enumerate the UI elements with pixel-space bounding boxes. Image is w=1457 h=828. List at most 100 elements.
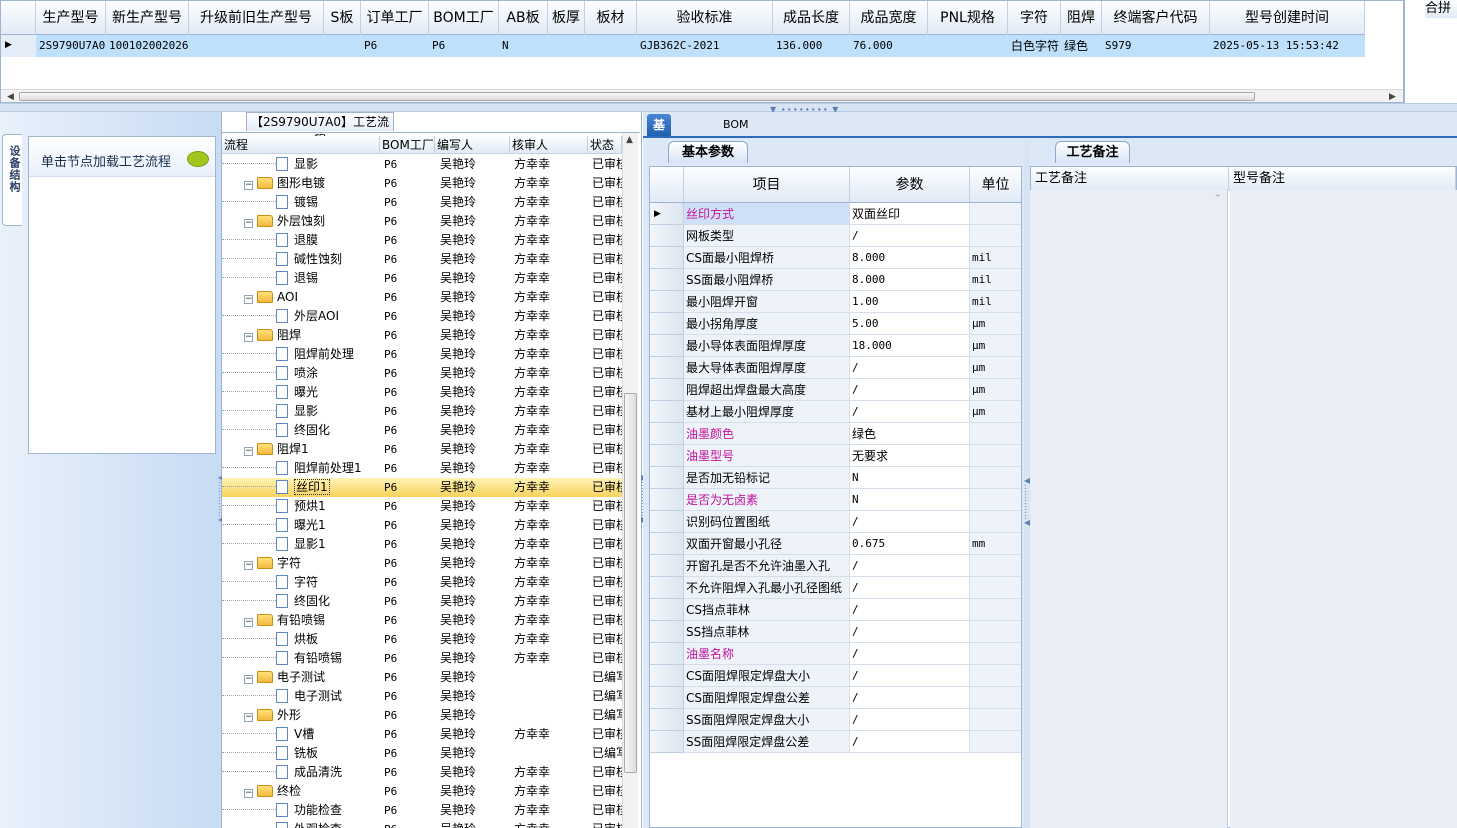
tree-node-step[interactable]: 字符 P6 吴艳玲 方幸幸 已审核 (222, 573, 622, 592)
collapse-icon[interactable]: − (244, 561, 253, 570)
param-row-header[interactable] (650, 599, 684, 621)
tree-node-step[interactable]: V槽 P6 吴艳玲 方幸幸 已审核 (222, 725, 622, 744)
collapse-icon[interactable]: − (244, 333, 253, 342)
tree-node-step[interactable]: 喷涂 P6 吴艳玲 方幸幸 已审核 (222, 364, 622, 383)
tree-node-step[interactable]: 显影 P6 吴艳玲 方幸幸 已审核 (222, 402, 622, 421)
param-row[interactable]: 不允许阻焊入孔最小孔径图纸 / (650, 577, 1021, 599)
param-row[interactable]: CS面阻焊限定焊盘大小 / (650, 665, 1021, 687)
column-header[interactable]: S板 (324, 1, 361, 35)
tree-node-step[interactable]: 碱性蚀刻 P6 吴艳玲 方幸幸 已审核 (222, 250, 622, 269)
param-value[interactable]: 双面丝印 (850, 203, 970, 225)
param-value[interactable]: / (850, 401, 970, 423)
tree-node-step[interactable]: 外观检查 P6 吴艳玲方幸幸已审核 (222, 820, 622, 828)
params-col-item[interactable]: 项目 (684, 167, 850, 203)
param-row[interactable]: 油墨颜色 绿色 (650, 423, 1021, 445)
scroll-up-icon[interactable]: ▲ (626, 135, 633, 145)
param-row[interactable]: SS挡点菲林 / (650, 621, 1021, 643)
column-header[interactable]: 阻焊 (1061, 1, 1102, 35)
param-row[interactable]: 识别码位置图纸 / (650, 511, 1021, 533)
param-value[interactable]: / (850, 621, 970, 643)
cell[interactable]: 76.000 (850, 35, 928, 57)
column-header[interactable]: 订单工厂 (361, 1, 429, 35)
cell[interactable]: N (499, 35, 548, 57)
cell[interactable]: 136.000 (773, 35, 850, 57)
tree-node-step[interactable]: 退锡 P6 吴艳玲 方幸幸 已审核 (222, 269, 622, 288)
load-process-header[interactable]: 单击节点加载工艺流程 (29, 137, 215, 177)
notes-scroll-up-icon[interactable]: ⌃ (1214, 194, 1222, 204)
param-value[interactable]: / (850, 379, 970, 401)
param-value[interactable]: 8.000 (850, 247, 970, 269)
cell[interactable]: P6 (429, 35, 499, 57)
tree-node-group[interactable]: − 有铅喷锡 P6 吴艳玲 方幸幸 已审核 (222, 611, 622, 630)
collapse-icon[interactable]: − (244, 713, 253, 722)
tree-node-step[interactable]: 阻焊前处理1 P6 吴艳玲 方幸幸 已审核 (222, 459, 622, 478)
param-row-header[interactable] (650, 489, 684, 511)
collapse-icon[interactable]: − (244, 447, 253, 456)
cell[interactable]: 10010200202666 (106, 35, 189, 57)
param-value[interactable]: / (850, 687, 970, 709)
tree-node-step[interactable]: 显影1 P6 吴艳玲 方幸幸 已审核 (222, 535, 622, 554)
param-row-header[interactable] (650, 643, 684, 665)
param-row[interactable]: CS面阻焊限定焊盘公差 / (650, 687, 1021, 709)
param-row-header[interactable] (650, 247, 684, 269)
column-header[interactable]: 板厚 (548, 1, 585, 35)
notes-col-process[interactable]: 工艺备注 (1031, 167, 1229, 191)
product-grid-row-selected[interactable]: 2S9790U7A010010200202666P6P6NGJB362C-202… (1, 35, 1365, 57)
tree-node-step[interactable]: 曝光1 P6 吴艳玲 方幸幸 已审核 (222, 516, 622, 535)
param-row[interactable]: ▶ 丝印方式 双面丝印 (650, 203, 1021, 225)
tree-node-step[interactable]: 曝光 P6 吴艳玲 方幸幸 已审核 (222, 383, 622, 402)
cell[interactable]: 2025-05-13 15:53:42 (1210, 35, 1365, 57)
param-row[interactable]: 最小导体表面阻焊厚度 18.000 μm (650, 335, 1021, 357)
param-value[interactable]: / (850, 731, 970, 753)
tree-node-step[interactable]: 功能检查 P6 吴艳玲 方幸幸 已审核 (222, 801, 622, 820)
tree-col-writer[interactable]: 编写人 (435, 136, 510, 154)
param-row[interactable]: 最大导体表面阻焊厚度 / μm (650, 357, 1021, 379)
param-row-header[interactable] (650, 621, 684, 643)
tab-process-notes[interactable]: 工艺备注 (1055, 141, 1130, 163)
tree-vertical-scrollbar[interactable]: ▲ (622, 133, 638, 828)
scroll-right-icon[interactable]: ▶ (1389, 90, 1396, 102)
tree-node-group[interactable]: − 外层蚀刻 P6 吴艳玲 方幸幸 已审核 (222, 212, 622, 231)
scroll-left-icon[interactable]: ◀ (7, 90, 14, 102)
param-row-header[interactable] (650, 313, 684, 335)
cell[interactable] (548, 35, 585, 57)
tree-node-step[interactable]: 铣板 P6 吴艳玲 已编写 (222, 744, 622, 763)
collapse-icon[interactable]: − (244, 295, 253, 304)
param-value[interactable]: / (850, 357, 970, 379)
tree-node-step[interactable]: 成品清洗 P6 吴艳玲 方幸幸 已审核 (222, 763, 622, 782)
column-header[interactable]: BOM工厂 (429, 1, 499, 35)
param-row[interactable]: 最小拐角厚度 5.00 μm (650, 313, 1021, 335)
tree-node-group[interactable]: − 阻焊1 P6 吴艳玲 方幸幸 已审核 (222, 440, 622, 459)
horizontal-splitter[interactable]: ▼ ∙∙∙∙∙∙∙∙ ▼ (0, 103, 1457, 114)
cell[interactable] (585, 35, 637, 57)
collapse-icon[interactable]: − (244, 219, 253, 228)
tree-node-step[interactable]: 镀锡 P6 吴艳玲 方幸幸 已审核 (222, 193, 622, 212)
tree-node-group[interactable]: − 电子测试 P6 吴艳玲 已编写 (222, 668, 622, 687)
column-header[interactable]: 字符 (1008, 1, 1061, 35)
column-header[interactable]: PNL规格 (928, 1, 1008, 35)
param-value[interactable]: 绿色 (850, 423, 970, 445)
param-row-header[interactable] (650, 225, 684, 247)
params-col-value[interactable]: 参数 (850, 167, 970, 203)
param-value[interactable]: / (850, 577, 970, 599)
tree-node-step[interactable]: 终固化 P6 吴艳玲 方幸幸 已审核 (222, 592, 622, 611)
tree-node-step[interactable]: 终固化 P6 吴艳玲 方幸幸 已审核 (222, 421, 622, 440)
param-row-header[interactable] (650, 731, 684, 753)
tree-node-step[interactable]: 预烘1 P6 吴艳玲 方幸幸 已审核 (222, 497, 622, 516)
tree-node-group[interactable]: − 图形电镀 P6 吴艳玲 方幸幸 已审核 (222, 174, 622, 193)
collapse-icon[interactable]: − (244, 618, 253, 627)
param-row[interactable]: 油墨名称 / (650, 643, 1021, 665)
column-header[interactable]: 成品长度 (773, 1, 850, 35)
param-value[interactable]: / (850, 555, 970, 577)
param-row-header[interactable] (650, 401, 684, 423)
cell[interactable] (324, 35, 361, 57)
params-col-unit[interactable]: 单位 (970, 167, 1021, 203)
param-row-header[interactable] (650, 445, 684, 467)
cell[interactable]: P6 (361, 35, 429, 57)
collapse-icon[interactable]: − (244, 181, 253, 190)
param-row[interactable]: 双面开窗最小孔径 0.675 mm (650, 533, 1021, 555)
param-row[interactable]: SS面阻焊限定焊盘大小 / (650, 709, 1021, 731)
param-value[interactable]: / (850, 709, 970, 731)
param-row-header[interactable] (650, 709, 684, 731)
tree-node-step[interactable]: 阻焊前处理 P6 吴艳玲 方幸幸 已审核 (222, 345, 622, 364)
